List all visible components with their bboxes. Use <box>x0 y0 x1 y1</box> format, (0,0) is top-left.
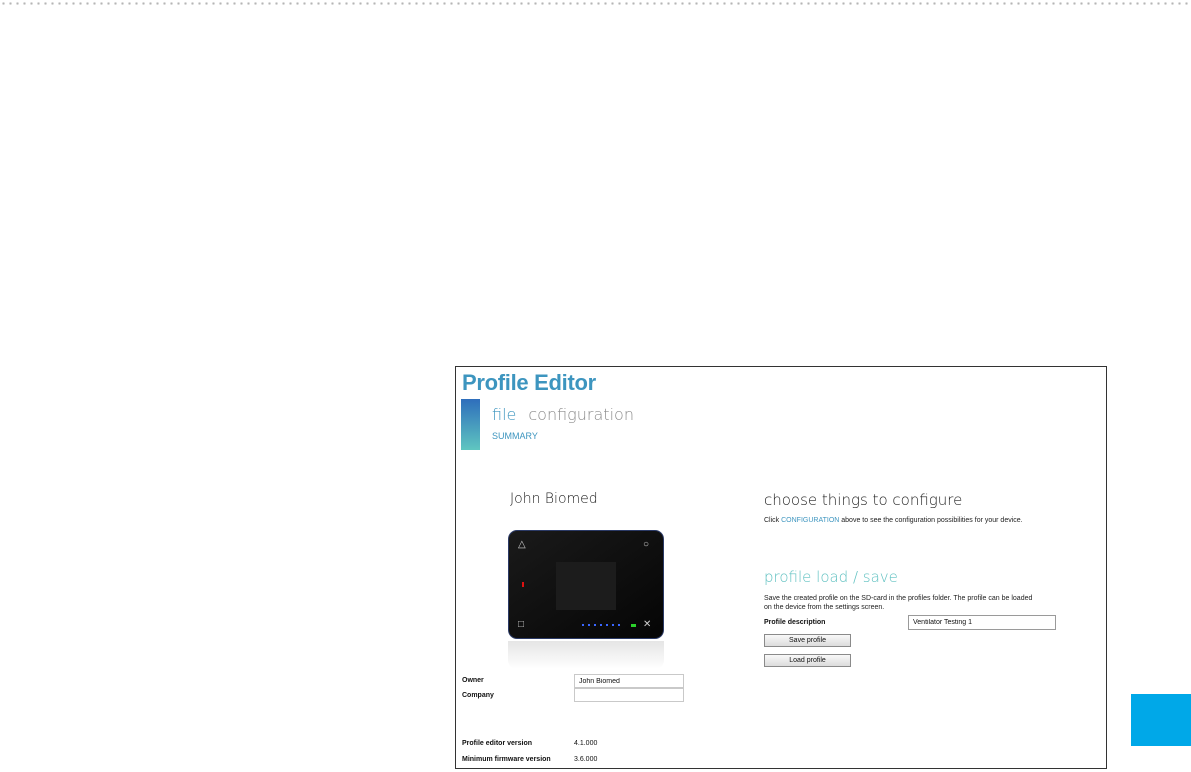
owner-field[interactable] <box>574 674 684 688</box>
subnav-summary[interactable]: SUMMARY <box>492 431 538 441</box>
save-profile-button[interactable]: Save profile <box>764 634 851 647</box>
triangle-icon: △ <box>518 539 526 550</box>
firmware-version-label: Minimum firmware version <box>462 756 551 763</box>
page-side-tab <box>1131 694 1191 746</box>
profile-instructions-line1: Save the created profile on the SD-card … <box>764 595 1033 602</box>
owner-label: Owner <box>462 677 484 684</box>
blue-led-row <box>582 624 620 626</box>
load-profile-button[interactable]: Load profile <box>764 654 851 667</box>
device-reflection <box>508 641 664 669</box>
cross-icon: ✕ <box>643 619 652 630</box>
configure-instructions: Click CONFIGURATION above to see the con… <box>764 517 1023 524</box>
configuration-link[interactable]: CONFIGURATION <box>781 517 839 524</box>
profile-description-input[interactable] <box>908 615 1056 630</box>
firmware-version-value: 3.6.000 <box>574 756 598 763</box>
configure-heading: choose things to configure <box>764 491 963 509</box>
square-icon: □ <box>518 619 525 630</box>
configure-text-after: above to see the configuration possibili… <box>839 517 1023 524</box>
red-led-indicator <box>522 582 524 587</box>
accent-bar <box>461 399 480 450</box>
profile-instructions-line2: on the device from the settings screen. <box>764 604 885 611</box>
tab-file[interactable]: file <box>492 405 516 424</box>
configure-text-before: Click <box>764 517 782 524</box>
editor-version-value: 4.1.000 <box>574 740 598 747</box>
dotted-divider <box>0 2 1191 5</box>
owner-name-display: John Biomed <box>510 491 598 507</box>
profile-heading: profile load / save <box>764 568 898 586</box>
tab-configuration[interactable]: configuration <box>528 405 634 424</box>
nav-tabs: file configuration <box>492 405 634 424</box>
circle-icon: ○ <box>643 539 650 550</box>
app-window: Profile Editor file configuration SUMMAR… <box>455 366 1107 769</box>
device-image: △ ○ □ ✕ <box>508 530 664 639</box>
editor-version-label: Profile editor version <box>462 740 533 747</box>
company-field[interactable] <box>574 688 684 702</box>
device-screen <box>556 562 616 610</box>
green-led-indicator <box>631 624 636 627</box>
company-label: Company <box>462 692 494 699</box>
app-title: Profile Editor <box>462 370 596 395</box>
profile-description-label: Profile description <box>764 619 826 626</box>
